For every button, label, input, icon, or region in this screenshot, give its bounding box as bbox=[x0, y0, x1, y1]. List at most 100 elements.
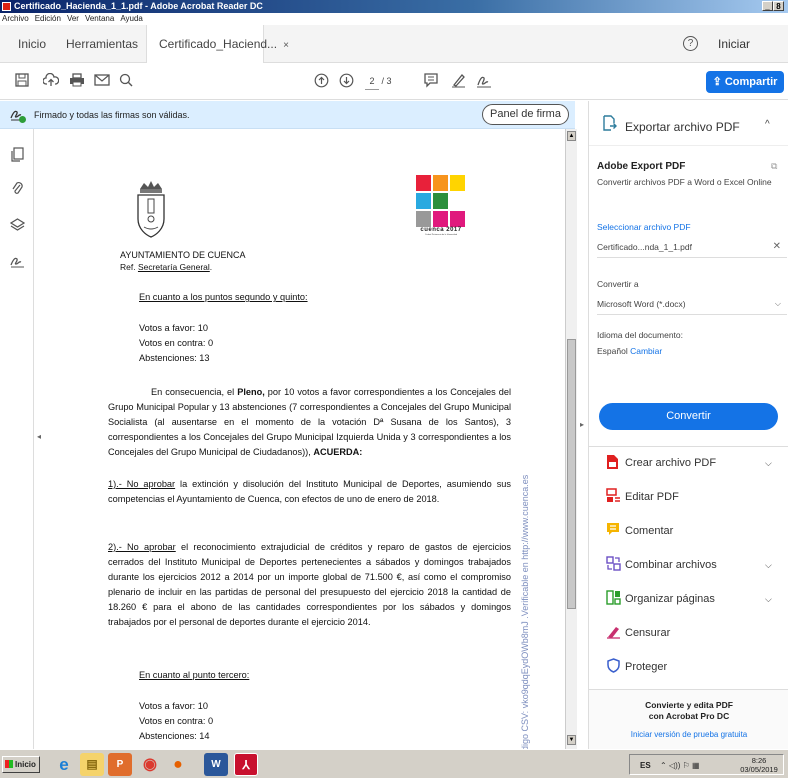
signature-bar: Firmado y todas las firmas son válidas. … bbox=[0, 101, 575, 129]
tab-herramientas[interactable]: Herramientas bbox=[54, 25, 150, 63]
share-icon: ⇪ bbox=[712, 76, 725, 88]
collapse-right-panel-icon[interactable]: ▸ bbox=[580, 420, 584, 429]
menu-ayuda[interactable]: Ayuda bbox=[120, 13, 143, 25]
item2-label: 2).- No aprobar bbox=[108, 542, 176, 552]
prev-page-icon[interactable] bbox=[313, 73, 329, 89]
help-icon[interactable]: ? bbox=[683, 36, 698, 51]
maximize-button[interactable]: 8 bbox=[773, 1, 784, 11]
select-pdf-link[interactable]: Seleccionar archivo PDF bbox=[597, 222, 787, 232]
chevron-up-icon[interactable]: ^ bbox=[765, 119, 770, 130]
menu-archivo[interactable]: Archivo bbox=[2, 13, 29, 25]
share-button[interactable]: ⇪ Compartir bbox=[706, 71, 784, 93]
upload-cloud-icon[interactable] bbox=[42, 72, 60, 89]
tool-protect[interactable]: Proteger bbox=[589, 650, 788, 684]
tool-create-pdf[interactable]: Crear archivo PDF ⌵ bbox=[589, 446, 788, 480]
scroll-up-arrow[interactable]: ▲ bbox=[567, 131, 576, 141]
email-icon[interactable] bbox=[94, 73, 110, 89]
format-dropdown[interactable]: Microsoft Word (*.docx) ⌵ bbox=[597, 293, 787, 315]
tool-edit-pdf[interactable]: Editar PDF bbox=[589, 480, 788, 514]
chevron-down-icon[interactable]: ⌵ bbox=[765, 560, 772, 571]
votes-contra-2: Votos en contra: 0 bbox=[139, 716, 214, 726]
tray-icons[interactable]: ⌃ ◁)) ⚐ ▦ bbox=[660, 755, 700, 776]
comment-icon[interactable] bbox=[423, 73, 439, 89]
next-page-icon[interactable] bbox=[338, 73, 354, 89]
export-pdf-label: Exportar archivo PDF bbox=[625, 120, 740, 134]
close-tab-icon[interactable]: × bbox=[283, 40, 289, 51]
tab-inicio[interactable]: Inicio bbox=[6, 25, 58, 63]
selected-file-field[interactable]: Certificado...nda_1_1.pdf ✕ bbox=[597, 236, 787, 258]
reference-line: Ref. Secretaría General. bbox=[120, 261, 212, 273]
chrome-icon[interactable]: ◉ bbox=[138, 753, 162, 776]
page-number-input[interactable]: 2 bbox=[365, 74, 379, 90]
document-scrollbar[interactable]: ▲ ▼ bbox=[565, 129, 577, 749]
valid-check-icon bbox=[19, 116, 26, 123]
remove-file-icon[interactable]: ✕ bbox=[773, 236, 781, 258]
firefox-icon[interactable]: ● bbox=[166, 753, 190, 776]
start-trial-link[interactable]: Iniciar versión de prueba gratuita bbox=[589, 730, 788, 739]
start-button[interactable]: Inicio bbox=[2, 756, 40, 773]
clock[interactable]: 8:26 03/05/2019 bbox=[734, 756, 784, 774]
org-name: AYUNTAMIENTO DE CUENCA bbox=[120, 250, 246, 260]
ref-value: Secretaría General bbox=[137, 262, 210, 272]
convert-button[interactable]: Convertir bbox=[599, 403, 778, 430]
sign-icon[interactable] bbox=[476, 73, 492, 89]
zoom-search-icon[interactable] bbox=[118, 73, 134, 89]
export-pdf-desc: Convertir archivos PDF a Word o Excel On… bbox=[597, 177, 772, 187]
chevron-down-icon[interactable]: ⌵ bbox=[765, 458, 772, 469]
tool-organize-pages[interactable]: Organizar páginas ⌵ bbox=[589, 582, 788, 616]
window-titlebar: Certificado_Hacienda_1_1.pdf - Adobe Acr… bbox=[0, 0, 788, 13]
item1-label: 1).- No aprobar bbox=[108, 479, 176, 489]
export-pdf-section: Adobe Export PDF ⧉ Convertir archivos PD… bbox=[597, 161, 787, 187]
attachment-icon[interactable] bbox=[9, 181, 25, 197]
tool-combine-files[interactable]: Combinar archivos ⌵ bbox=[589, 548, 788, 582]
file-explorer-icon[interactable]: ▤ bbox=[80, 753, 104, 776]
resolution-paragraph: En consecuencia, el Pleno, por 10 votos … bbox=[108, 385, 511, 460]
pdf-page: cuenca 2017 Ciudad Patrimonio de la Huma… bbox=[48, 129, 565, 749]
doc-language-label: Idioma del documento: bbox=[597, 330, 683, 340]
create-pdf-label: Crear archivo PDF bbox=[625, 457, 717, 469]
para1-acuerda: ACUERDA: bbox=[313, 447, 363, 457]
layers-icon[interactable] bbox=[9, 218, 25, 234]
signatures-panel-icon[interactable] bbox=[9, 254, 25, 270]
ref-suffix: . bbox=[209, 262, 213, 272]
pen-icon[interactable] bbox=[450, 73, 466, 89]
selected-file-name: Certificado...nda_1_1.pdf bbox=[597, 242, 692, 252]
minimize-button[interactable]: _ bbox=[762, 1, 773, 11]
word-icon[interactable]: W bbox=[204, 753, 228, 776]
start-label: Inicio bbox=[15, 760, 36, 769]
page-thumbnails-icon[interactable] bbox=[9, 147, 25, 163]
tool-comment[interactable]: Comentar bbox=[589, 514, 788, 548]
menu-ver[interactable]: Ver bbox=[67, 13, 79, 25]
tab-document-label: Certificado_Haciend... bbox=[159, 37, 278, 51]
ie-browser-icon[interactable]: e bbox=[52, 753, 76, 776]
language-indicator[interactable]: ES bbox=[640, 755, 651, 776]
scroll-thumb[interactable] bbox=[567, 339, 576, 609]
save-icon[interactable] bbox=[14, 73, 30, 89]
cuenca-coat-of-arms bbox=[132, 179, 170, 239]
ref-prefix: Ref. bbox=[120, 262, 138, 272]
tools-right-panel: Exportar archivo PDF ^ Adobe Export PDF … bbox=[588, 101, 788, 749]
acrobat-taskbar-icon[interactable]: ⅄ bbox=[234, 753, 258, 776]
powerpoint-icon[interactable]: P bbox=[108, 753, 132, 776]
export-pdf-header[interactable]: Exportar archivo PDF ^ bbox=[589, 101, 788, 146]
redact-icon bbox=[605, 624, 621, 640]
chevron-down-icon[interactable]: ⌵ bbox=[765, 594, 772, 605]
collapse-left-icon[interactable]: ◂ bbox=[37, 432, 41, 441]
edit-pdf-icon bbox=[605, 488, 621, 504]
tab-document[interactable]: Certificado_Haciend... × bbox=[146, 25, 289, 63]
menu-edicion[interactable]: Edición bbox=[35, 13, 61, 25]
redact-label: Censurar bbox=[625, 627, 671, 639]
scroll-down-arrow[interactable]: ▼ bbox=[567, 735, 576, 745]
para1-body: por 10 votos a favor correspondientes a … bbox=[108, 387, 511, 457]
copy-icon[interactable]: ⧉ bbox=[771, 161, 777, 172]
print-icon[interactable] bbox=[69, 73, 85, 89]
doc-language-row: Español Cambiar bbox=[597, 346, 787, 356]
menu-ventana[interactable]: Ventana bbox=[85, 13, 114, 25]
votes-contra-1: Votos en contra: 0 bbox=[139, 338, 214, 348]
change-language-link[interactable]: Cambiar bbox=[630, 346, 662, 356]
combine-files-label: Combinar archivos bbox=[625, 559, 717, 571]
signature-panel-button[interactable]: Panel de firma bbox=[482, 104, 569, 125]
tool-redact[interactable]: Censurar bbox=[589, 616, 788, 650]
edit-pdf-label: Editar PDF bbox=[625, 491, 679, 503]
logo-subcaption: Ciudad Patrimonio de la Humanidad bbox=[424, 234, 458, 236]
